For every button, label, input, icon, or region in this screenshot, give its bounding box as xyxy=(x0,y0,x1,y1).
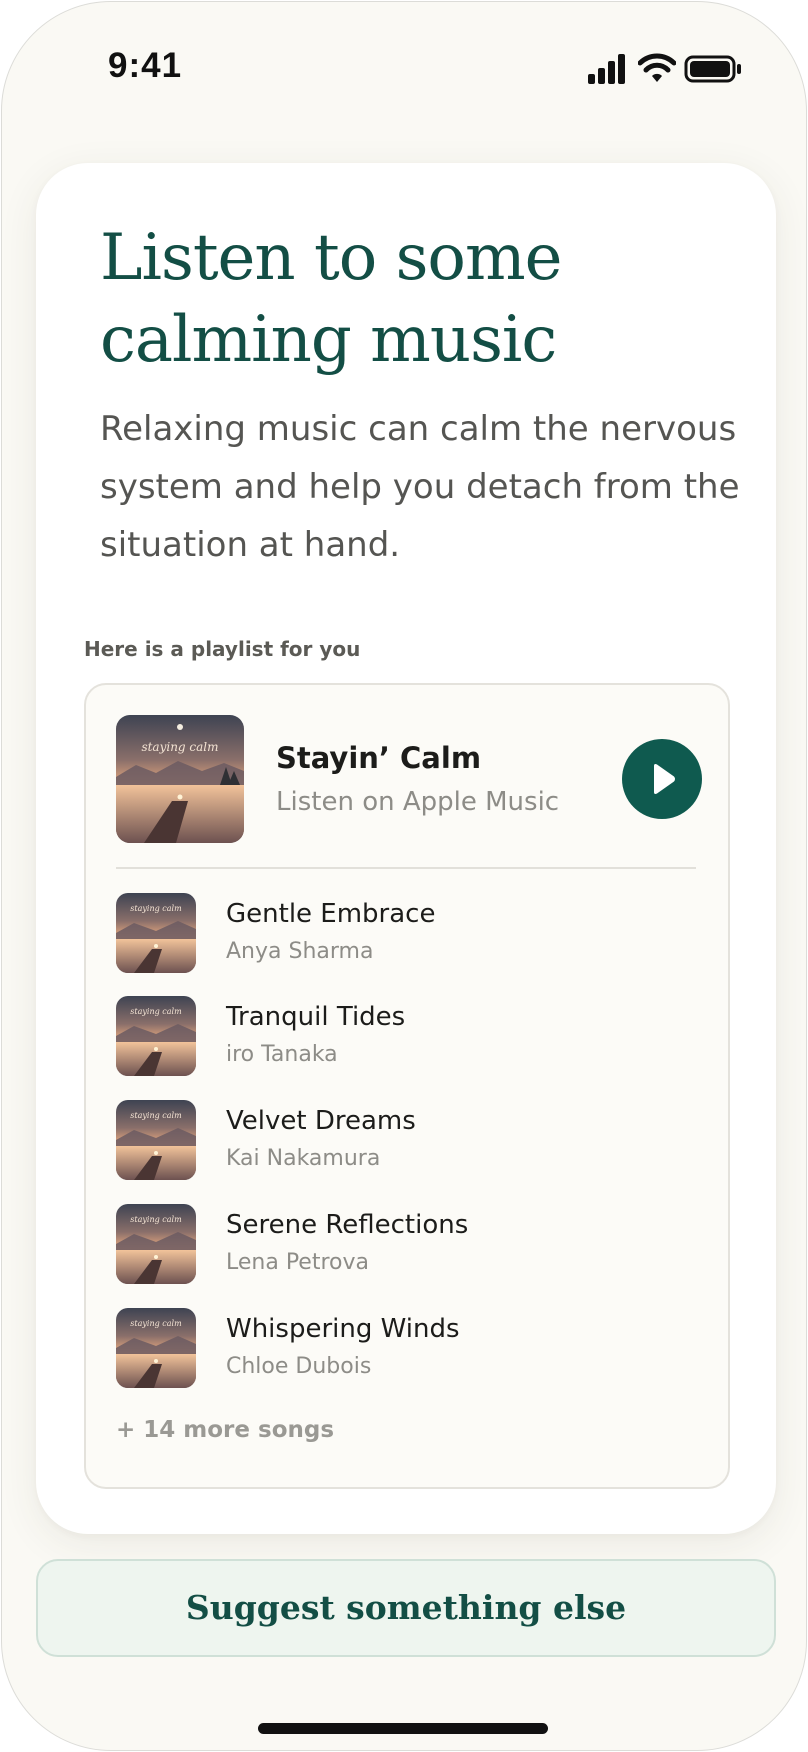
thumb-script-text: staying calm xyxy=(130,1215,182,1224)
playlist-heading: Here is a playlist for you xyxy=(84,637,361,661)
song-artist: Kai Nakamura xyxy=(226,1146,381,1171)
more-songs-link[interactable]: + 14 more songs xyxy=(116,1417,334,1443)
playlist-cover-image[interactable]: staying calm xyxy=(116,715,244,843)
phone-frame: 9:41 Listen to some calming music Relaxi… xyxy=(1,1,807,1751)
song-thumbnail: staying calm xyxy=(116,1100,196,1180)
playlist-source-link[interactable]: Listen on Apple Music xyxy=(276,787,559,817)
status-time: 9:41 xyxy=(108,46,183,85)
card-title: Listen to some calming music xyxy=(100,221,563,377)
song-artist: Lena Petrova xyxy=(226,1250,369,1275)
music-card: Listen to some calming music Relaxing mu… xyxy=(36,163,776,1534)
status-bar: 9:41 xyxy=(2,2,806,142)
card-subtitle: Relaxing music can calm the nervous syst… xyxy=(100,409,740,565)
song-row[interactable]: staying calm Tranquil Tides iro Tanaka xyxy=(116,996,696,1076)
song-thumbnail: staying calm xyxy=(116,893,196,973)
song-thumbnail: staying calm xyxy=(116,1204,196,1284)
cellular-signal-icon xyxy=(588,54,625,84)
song-artist: iro Tanaka xyxy=(226,1042,338,1067)
playlist-divider xyxy=(116,867,696,869)
suggest-button-label: Suggest something else xyxy=(185,1588,627,1627)
song-thumbnail: staying calm xyxy=(116,996,196,1076)
play-icon xyxy=(654,764,675,794)
song-row[interactable]: staying calm Velvet Dreams Kai Nakamura xyxy=(116,1100,696,1180)
status-icons xyxy=(588,52,748,86)
song-artist: Anya Sharma xyxy=(226,939,374,964)
suggest-something-else-button[interactable]: Suggest something else xyxy=(36,1559,776,1657)
thumb-script-text: staying calm xyxy=(130,1111,182,1120)
play-button[interactable] xyxy=(622,739,702,819)
thumb-script-text: staying calm xyxy=(130,904,182,913)
battery-icon xyxy=(684,55,741,83)
song-artist: Chloe Dubois xyxy=(226,1354,372,1379)
song-title: Whispering Winds xyxy=(226,1314,460,1344)
thumb-script-text: staying calm xyxy=(130,1319,182,1328)
song-thumbnail: staying calm xyxy=(116,1308,196,1388)
song-title: Tranquil Tides xyxy=(226,1002,406,1032)
playlist-name: Stayin’ Calm xyxy=(276,741,482,775)
song-row[interactable]: staying calm Whispering Winds Chloe Dubo… xyxy=(116,1308,696,1388)
wifi-icon xyxy=(638,53,676,82)
cover-script-text: staying calm xyxy=(141,740,218,754)
song-title: Gentle Embrace xyxy=(226,899,436,929)
playlist-box: staying calm Stayin’ Calm Listen on Appl… xyxy=(84,683,730,1489)
thumb-script-text: staying calm xyxy=(130,1007,182,1016)
song-row[interactable]: staying calm Gentle Embrace Anya Sharma xyxy=(116,893,696,973)
song-row[interactable]: staying calm Serene Reflections Lena Pet… xyxy=(116,1204,696,1284)
song-title: Serene Reflections xyxy=(226,1210,469,1240)
song-title: Velvet Dreams xyxy=(226,1106,416,1136)
home-indicator xyxy=(258,1723,548,1734)
